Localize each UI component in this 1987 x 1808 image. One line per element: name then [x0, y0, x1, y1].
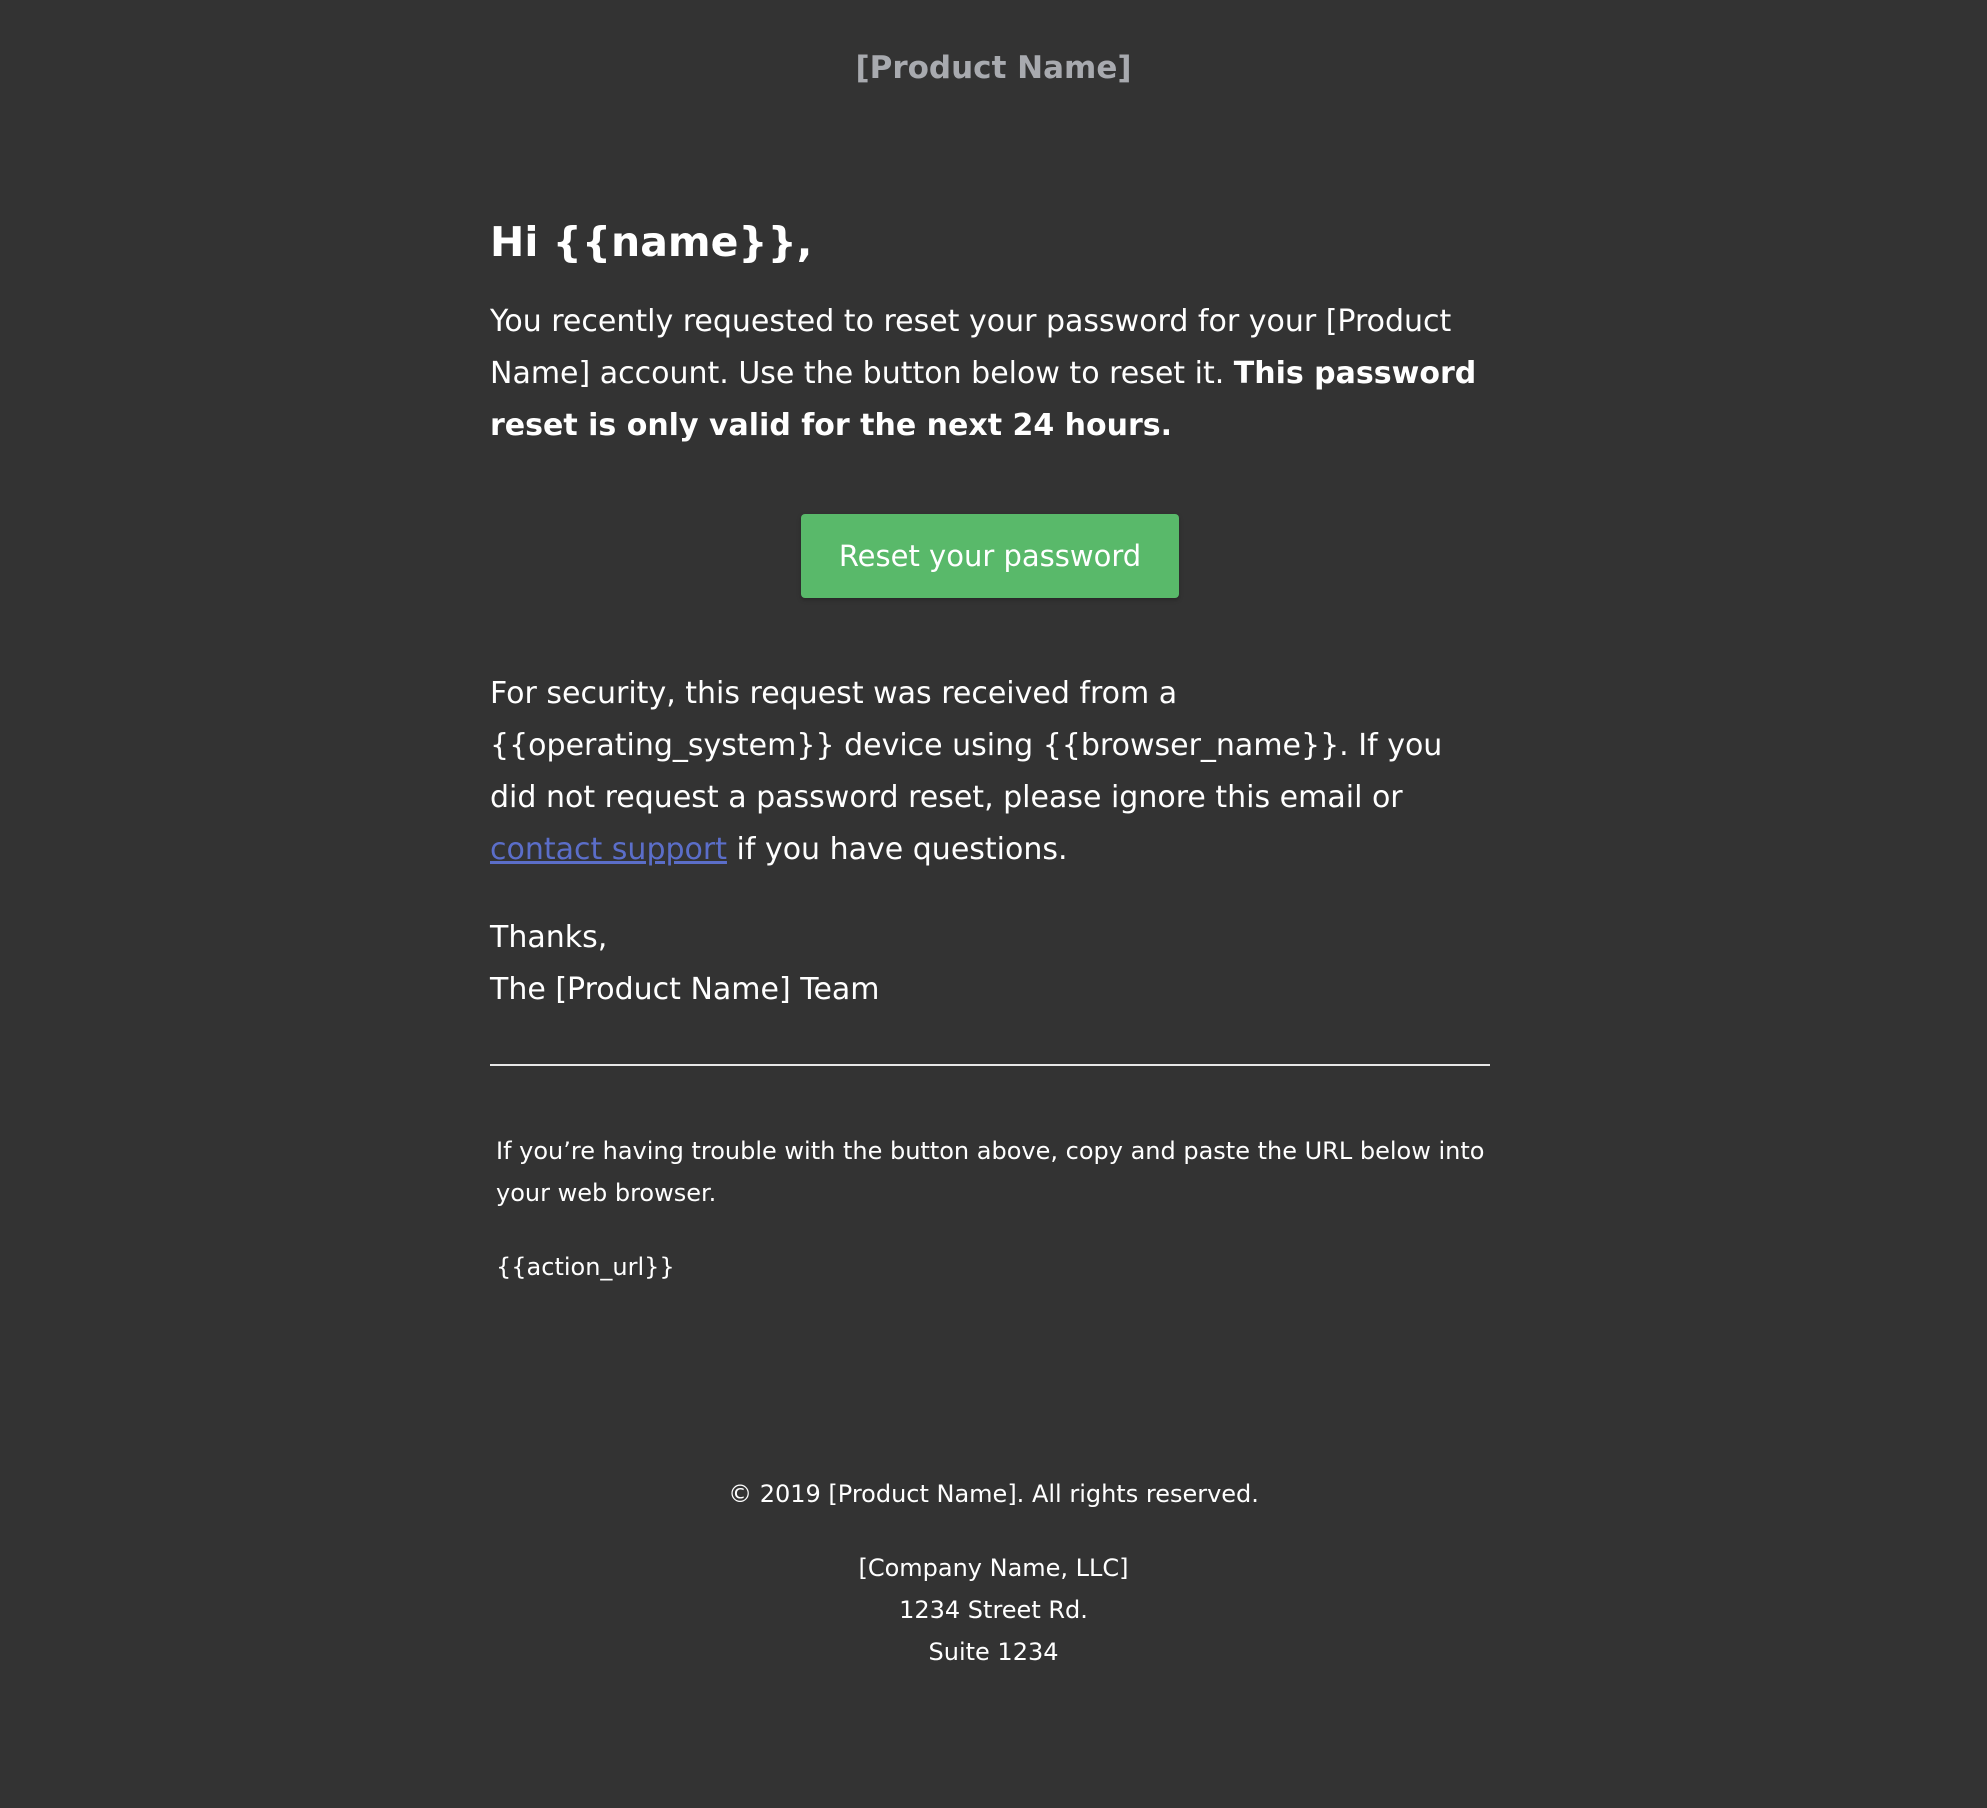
reset-password-button[interactable]: Reset your password: [800, 514, 1180, 598]
greeting-heading: Hi {{name}},: [490, 218, 813, 266]
divider: [490, 1064, 1490, 1066]
signature: Thanks, The [Product Name] Team: [490, 912, 1490, 1016]
button-row: Reset your password: [490, 514, 1490, 598]
security-text-end: if you have questions.: [726, 832, 1068, 867]
street-address: 1234 Street Rd.: [899, 1596, 1088, 1624]
contact-support-link[interactable]: contact support: [490, 832, 727, 867]
suite-address: Suite 1234: [928, 1638, 1059, 1666]
footer: © 2019 [Product Name]. All rights reserv…: [0, 1473, 1987, 1673]
product-name-masthead[interactable]: [Product Name]: [0, 50, 1987, 86]
email-body: Hi {{name}}, You recently requested to r…: [490, 212, 1490, 1016]
thanks-text: Thanks,: [490, 920, 608, 955]
action-url[interactable]: {{action_url}}: [496, 1246, 1486, 1288]
trouble-text: If you’re having trouble with the button…: [496, 1137, 1485, 1207]
company-name: [Company Name, LLC]: [858, 1554, 1129, 1582]
team-signature: The [Product Name] Team: [490, 972, 880, 1007]
intro-paragraph: You recently requested to reset your pas…: [490, 296, 1490, 452]
security-paragraph: For security, this request was received …: [490, 668, 1490, 876]
copyright-text: © 2019 [Product Name]. All rights reserv…: [728, 1480, 1259, 1508]
subcopy: If you’re having trouble with the button…: [496, 1130, 1486, 1288]
security-text: For security, this request was received …: [490, 676, 1443, 815]
